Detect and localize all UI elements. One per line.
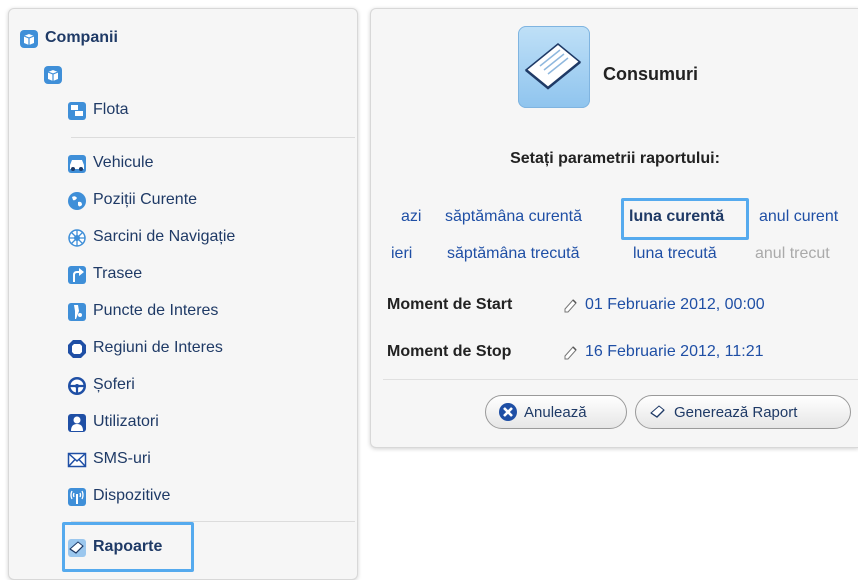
report-parameters-panel: Consumuri Setați parametrii raportului: … [370,8,858,448]
divider [383,379,858,380]
report-title: Consumuri [603,64,699,84]
report-document-icon [518,26,590,108]
sidebar-item-label: Sarcini de Navigație [93,228,236,245]
generate-report-button[interactable]: Generează Raport [635,395,851,429]
sidebar-item-label: Flota [93,101,129,118]
route-arrow-icon [67,265,87,285]
period-yesterday[interactable]: ieri [391,245,412,263]
sidebar-item-label: Rapoarte [93,538,163,555]
cancel-button-label: Anulează [524,403,587,421]
period-today[interactable]: azi [401,208,421,226]
stop-label: Moment de Stop [387,343,512,360]
pencil-icon [563,297,579,313]
sidebar-item-label: Regiuni de Interes [93,339,223,356]
sidebar-item-label: Trasee [93,265,143,282]
region-octagon-icon [67,339,87,359]
report-pen-icon [648,402,668,422]
period-last-week[interactable]: săptămâna trecută [447,245,580,263]
generate-button-label: Generează Raport [674,403,798,421]
envelope-icon [67,450,87,470]
compass-icon [67,228,87,248]
steering-wheel-icon [67,376,87,396]
company-box-icon [43,65,63,85]
fleet-icon [67,101,87,121]
period-current-year[interactable]: anul curent [759,208,838,226]
divider [71,137,355,138]
sidebar-item-label: Utilizatori [93,413,159,430]
start-datetime-value[interactable]: 01 Februarie 2012, 00:00 [585,296,765,314]
cancel-button[interactable]: Anulează [485,395,627,429]
user-icon [67,413,87,433]
tree-company-node[interactable] [43,62,67,88]
period-last-month[interactable]: luna trecută [633,245,717,263]
period-last-year: anul trecut [755,245,830,262]
period-current-month[interactable]: luna curentă [629,208,724,226]
sidebar-item-label: Dispozitive [93,487,171,504]
company-box-icon [19,29,39,49]
stop-datetime-value[interactable]: 16 Februarie 2012, 11:21 [585,343,764,361]
period-current-week[interactable]: săptămâna curentă [445,208,582,226]
report-pen-icon [67,538,87,558]
poi-pin-icon [67,302,87,322]
start-label: Moment de Start [387,296,513,313]
sidebar-panel: Companii Flota Vehicule Poziții Curente … [8,8,358,580]
cancel-x-icon [498,402,518,422]
tree-root-label: Companii [45,29,118,46]
globe-icon [67,191,87,211]
sidebar-item-label: Vehicule [93,154,154,171]
antenna-icon [67,487,87,507]
pencil-icon [563,344,579,360]
car-icon [67,154,87,174]
report-subtitle: Setați parametrii raportului: [510,150,720,167]
sidebar-item-label: Șoferi [93,376,135,393]
sidebar-item-label: Puncte de Interes [93,302,219,319]
sidebar-item-label: Poziții Curente [93,191,198,208]
sidebar-item-label: SMS-uri [93,450,151,467]
